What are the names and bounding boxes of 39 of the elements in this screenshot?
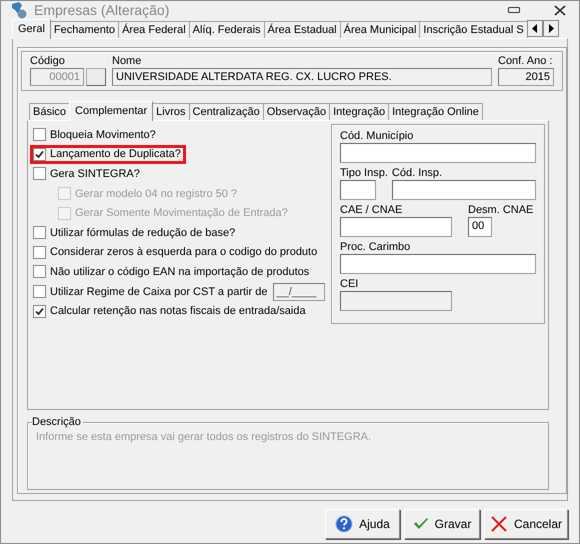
- tab[interactable]: Observação: [262, 103, 330, 120]
- cancel-button[interactable]: Cancelar: [484, 509, 568, 539]
- window-title: Empresas (Alteração): [34, 2, 170, 18]
- checkbox-label: Calcular retenção nas notas fiscais de entrada/saida: [50, 305, 306, 318]
- tab[interactable]: Básico: [29, 103, 70, 120]
- checkbox-label: Utilizar Regime de Caixa por CST a partir de: [50, 286, 268, 298]
- tab[interactable]: Alíq. Federais: [188, 21, 265, 38]
- checkbox-label: Gerar Somente Movimentação de Entrada?: [75, 207, 288, 220]
- tab[interactable]: Integração Online: [388, 103, 483, 120]
- tab[interactable]: Complementar: [69, 101, 154, 121]
- checkbox-label: Considerar zeros à esquerda para o codigo do produto: [50, 246, 318, 258]
- checkbox-label: Gera SINTEGRA?: [50, 168, 140, 180]
- save-button[interactable]: Gravar: [404, 509, 480, 539]
- field-label: Nome: [112, 54, 142, 68]
- checkbox-label: Bloqueia Movimento?: [50, 128, 156, 141]
- tab[interactable]: Área Municipal: [340, 21, 420, 38]
- field-label: Conf. Ano :: [498, 54, 554, 68]
- group-label: Descrição: [32, 415, 83, 429]
- checkbox-label: Utilizar fórmulas de redução de base?: [50, 226, 236, 239]
- field-label: Desm. CNAE: [468, 203, 534, 217]
- name-field[interactable]: UNIVERSIDADE ALTERDATA REG. CX. LUCRO PRES.: [112, 68, 492, 86]
- field-label: Código: [30, 54, 66, 68]
- field-label: CEI: [340, 277, 360, 291]
- tab[interactable]: Geral: [12, 19, 51, 39]
- checkbox-label: Lançamento de Duplicata?: [50, 148, 181, 160]
- year-field[interactable]: 2015: [498, 68, 554, 86]
- field-label: CAE / CNAE: [340, 203, 404, 217]
- tab[interactable]: Integração: [329, 103, 390, 120]
- field-label: Proc. Carimbo: [340, 240, 412, 254]
- checkbox-label: Não utilizar o código EAN na importação de produtos: [50, 266, 310, 278]
- field-label: Cód. Município: [340, 129, 414, 143]
- input-field[interactable]: 00: [468, 217, 492, 237]
- field-label: Tipo Insp.: [340, 166, 388, 180]
- checkbox-label: Gerar modelo 04 no registro 50 ?: [75, 188, 238, 200]
- help-button[interactable]: Ajuda: [325, 509, 400, 539]
- tab[interactable]: Inscrição Estadual S: [419, 21, 528, 38]
- tab[interactable]: Centralização: [188, 103, 264, 120]
- field-label: Cód. Insp.: [392, 166, 444, 180]
- description-text: Informe se esta empresa vai gerar todos os registros do SINTEGRA.: [36, 431, 372, 445]
